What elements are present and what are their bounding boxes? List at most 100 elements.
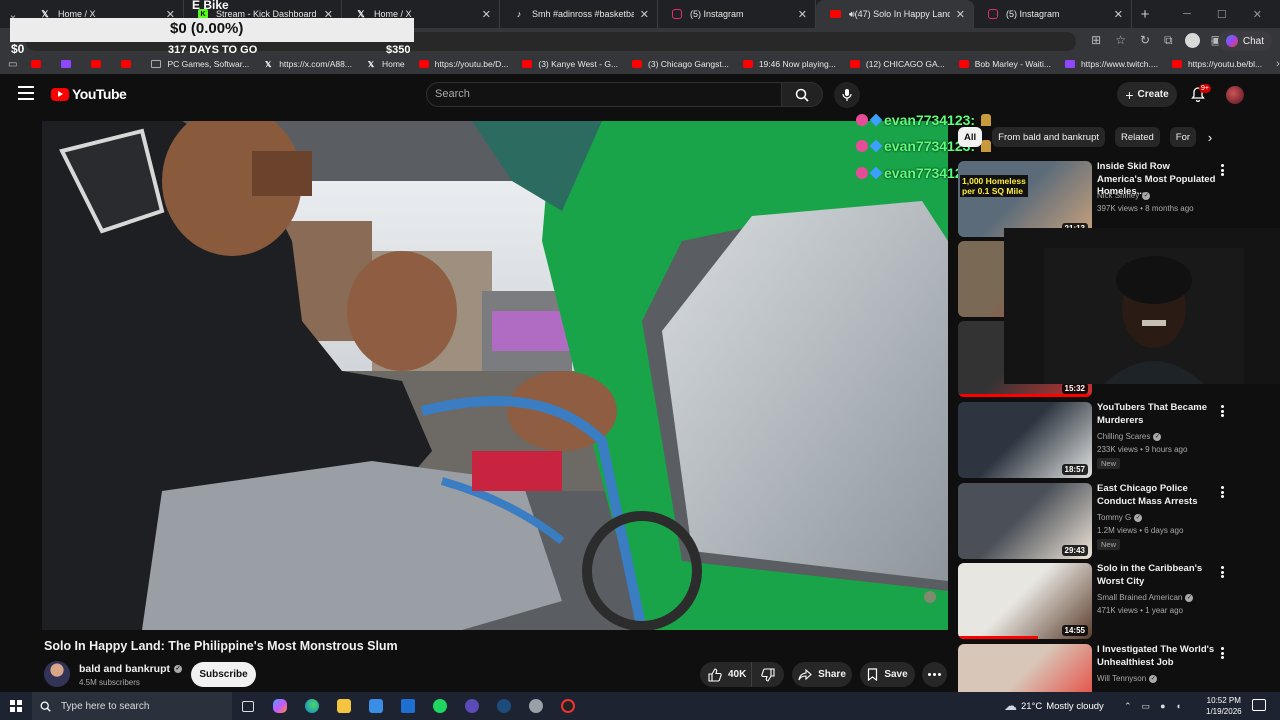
recommended-video[interactable]: 18:57 YouTubers That Became Murderers Chil… bbox=[958, 402, 1258, 478]
channel-name-link[interactable]: bald and bankrupt ✓ bbox=[79, 663, 183, 675]
browser-profile-avatar[interactable] bbox=[1185, 33, 1200, 48]
minimize-icon[interactable]: ─ bbox=[1183, 8, 1191, 21]
more-options-icon[interactable] bbox=[1218, 163, 1226, 177]
mail-icon[interactable] bbox=[392, 692, 424, 720]
recommended-channel[interactable]: Chilling Scares ✓ bbox=[1097, 432, 1162, 441]
logo-wordmark: YouTube bbox=[72, 86, 127, 102]
maximize-icon[interactable]: ☐ bbox=[1217, 8, 1227, 21]
recommended-channel[interactable]: Small Brained American ✓ bbox=[1097, 593, 1194, 602]
steam-icon[interactable] bbox=[488, 692, 520, 720]
bookmark-item[interactable] bbox=[61, 60, 77, 68]
filter-chip[interactable]: For bbox=[1169, 127, 1197, 147]
filter-chip[interactable]: From bald and bankrupt bbox=[992, 127, 1106, 147]
close-window-icon[interactable]: ✕ bbox=[1253, 8, 1262, 21]
tab-close-icon[interactable]: ✕ bbox=[1114, 8, 1123, 21]
recommended-video[interactable]: 14:55 Solo in the Caribbean's Worst City S… bbox=[958, 563, 1258, 639]
more-options-icon[interactable] bbox=[1218, 646, 1226, 660]
recommended-channel[interactable]: Will Tennyson ✓ bbox=[1097, 674, 1158, 683]
account-avatar[interactable] bbox=[1226, 86, 1244, 104]
like-button[interactable]: 40K bbox=[700, 662, 752, 687]
share-button[interactable]: Share bbox=[792, 662, 852, 687]
bookmark-item[interactable]: (3) Kanye West - G... bbox=[522, 59, 618, 69]
extensions-icon[interactable]: ⧉ bbox=[1164, 33, 1173, 48]
search-button[interactable] bbox=[781, 82, 823, 107]
chips-next-chevron-icon[interactable]: › bbox=[1200, 127, 1220, 147]
bookmark-item[interactable]: Bob Marley - Waiti... bbox=[958, 59, 1051, 69]
bookmark-item[interactable]: PC Games, Softwar... bbox=[151, 59, 249, 69]
video-player[interactable] bbox=[42, 121, 948, 630]
copilot-chat-button[interactable]: Chat bbox=[1217, 31, 1272, 51]
refresh-icon[interactable]: ↻ bbox=[1140, 33, 1150, 48]
volume-icon[interactable]: ◖ bbox=[1176, 701, 1181, 711]
tab-close-icon[interactable]: ✕ bbox=[640, 8, 649, 21]
microsoft-store-icon[interactable] bbox=[360, 692, 392, 720]
menu-hamburger-icon[interactable] bbox=[18, 86, 34, 100]
subscribe-button[interactable]: Subscribe bbox=[191, 662, 256, 687]
tab-close-icon[interactable]: ✕ bbox=[956, 8, 965, 21]
bookmark-item[interactable]: https://www.twitch.... bbox=[1064, 59, 1158, 69]
bookmark-star-icon[interactable]: ☆ bbox=[1115, 33, 1126, 48]
taskbar-search-box[interactable]: Type here to search bbox=[32, 692, 232, 720]
video-duration: 15:32 bbox=[1061, 383, 1088, 394]
bookmark-item[interactable]: (3) Chicago Gangst... bbox=[632, 59, 729, 69]
browser-tab[interactable]: (5) Instagram ✕ bbox=[974, 0, 1132, 28]
search-input[interactable]: Search bbox=[426, 82, 782, 107]
bookmark-item[interactable]: https://youtu.be/D... bbox=[418, 59, 508, 69]
start-button[interactable] bbox=[0, 692, 32, 720]
video-thumbnail[interactable]: 14:55 bbox=[958, 563, 1092, 639]
bookmark-item[interactable]: 19:46 Now playing... bbox=[742, 59, 836, 69]
task-view-icon[interactable] bbox=[232, 692, 264, 720]
copilot-app-icon[interactable] bbox=[264, 692, 296, 720]
filter-chip[interactable]: Related bbox=[1115, 127, 1160, 147]
video-thumbnail[interactable]: 18:57 bbox=[958, 402, 1092, 478]
notification-center-icon[interactable] bbox=[1252, 699, 1266, 711]
network-icon[interactable]: ▭ bbox=[1142, 701, 1151, 712]
create-button[interactable]: + Create bbox=[1117, 82, 1177, 107]
edge-browser-icon[interactable] bbox=[296, 692, 328, 720]
recommended-channel[interactable]: Tommy G ✓ bbox=[1097, 513, 1143, 522]
file-explorer-icon[interactable] bbox=[328, 692, 360, 720]
video-title: Solo In Happy Land: The Philippine's Mos… bbox=[44, 639, 398, 653]
browser-tab[interactable]: ♪ Smh #adinross #basketball #psych ✕ bbox=[500, 0, 658, 28]
recommended-video[interactable]: 1,000 Homelessper 0.1 SQ Mile21:13Inside… bbox=[958, 161, 1258, 237]
install-app-icon[interactable]: ⊞ bbox=[1091, 33, 1101, 48]
bookmark-item[interactable] bbox=[121, 60, 137, 68]
more-options-icon[interactable] bbox=[1218, 404, 1226, 418]
microphone-tray-icon[interactable]: ● bbox=[1160, 701, 1165, 711]
bookmarks-overflow-icon[interactable]: › bbox=[1276, 58, 1280, 70]
tray-overflow-chevron-icon[interactable]: ⌃ bbox=[1124, 701, 1132, 712]
more-options-icon[interactable] bbox=[1218, 485, 1226, 499]
bookmark-item[interactable]: (12) CHICAGO GA... bbox=[849, 59, 945, 69]
system-clock[interactable]: 10:52 PM 1/19/2026 bbox=[1206, 695, 1242, 717]
save-button[interactable]: Save bbox=[860, 662, 915, 687]
recording-app-icon[interactable] bbox=[552, 692, 584, 720]
bookmark-item[interactable]: 𝕏 Home bbox=[366, 59, 405, 69]
tab-close-icon[interactable]: ✕ bbox=[798, 8, 807, 21]
bookmark-item[interactable] bbox=[91, 60, 107, 68]
channel-avatar[interactable] bbox=[44, 661, 70, 687]
dislike-button[interactable] bbox=[752, 662, 784, 687]
bookmark-item[interactable]: 𝕏https://x.com/A88... bbox=[263, 59, 352, 69]
reading-list-icon[interactable]: ▭ bbox=[8, 59, 17, 70]
plus-icon: + bbox=[1125, 86, 1134, 103]
spotify-icon[interactable] bbox=[424, 692, 456, 720]
new-tab-button[interactable]: + bbox=[1132, 0, 1158, 28]
more-options-icon[interactable] bbox=[1218, 565, 1226, 579]
voice-search-button[interactable] bbox=[834, 82, 860, 108]
bookmark-item[interactable] bbox=[31, 60, 47, 68]
tab-close-icon[interactable]: ✕ bbox=[482, 8, 491, 21]
browser-tab[interactable]: (5) Instagram ✕ bbox=[658, 0, 816, 28]
browser-tab[interactable]: 🔊︎(47) Solo In Happy Land: The✕ bbox=[816, 0, 974, 28]
bookmark-item[interactable]: https://youtu.be/bl... bbox=[1171, 59, 1262, 69]
recommended-channel[interactable]: Nick Shirley ✓ bbox=[1097, 191, 1151, 200]
recommended-video[interactable]: 29:43 East Chicago Police Conduct Mass Ar… bbox=[958, 483, 1258, 559]
app-icon[interactable] bbox=[520, 692, 552, 720]
weather-widget[interactable]: ☁ 21°C Mostly cloudy bbox=[1004, 692, 1104, 720]
video-thumbnail[interactable]: 29:43 bbox=[958, 483, 1092, 559]
obs-studio-icon[interactable] bbox=[456, 692, 488, 720]
tab-title: Smh #adinross #basketball #psych bbox=[532, 9, 634, 19]
filter-chip[interactable]: All bbox=[958, 127, 983, 147]
video-thumbnail[interactable]: 1,000 Homelessper 0.1 SQ Mile21:13 bbox=[958, 161, 1092, 237]
more-actions-button[interactable] bbox=[922, 662, 947, 687]
youtube-logo[interactable]: YouTube bbox=[51, 86, 127, 102]
